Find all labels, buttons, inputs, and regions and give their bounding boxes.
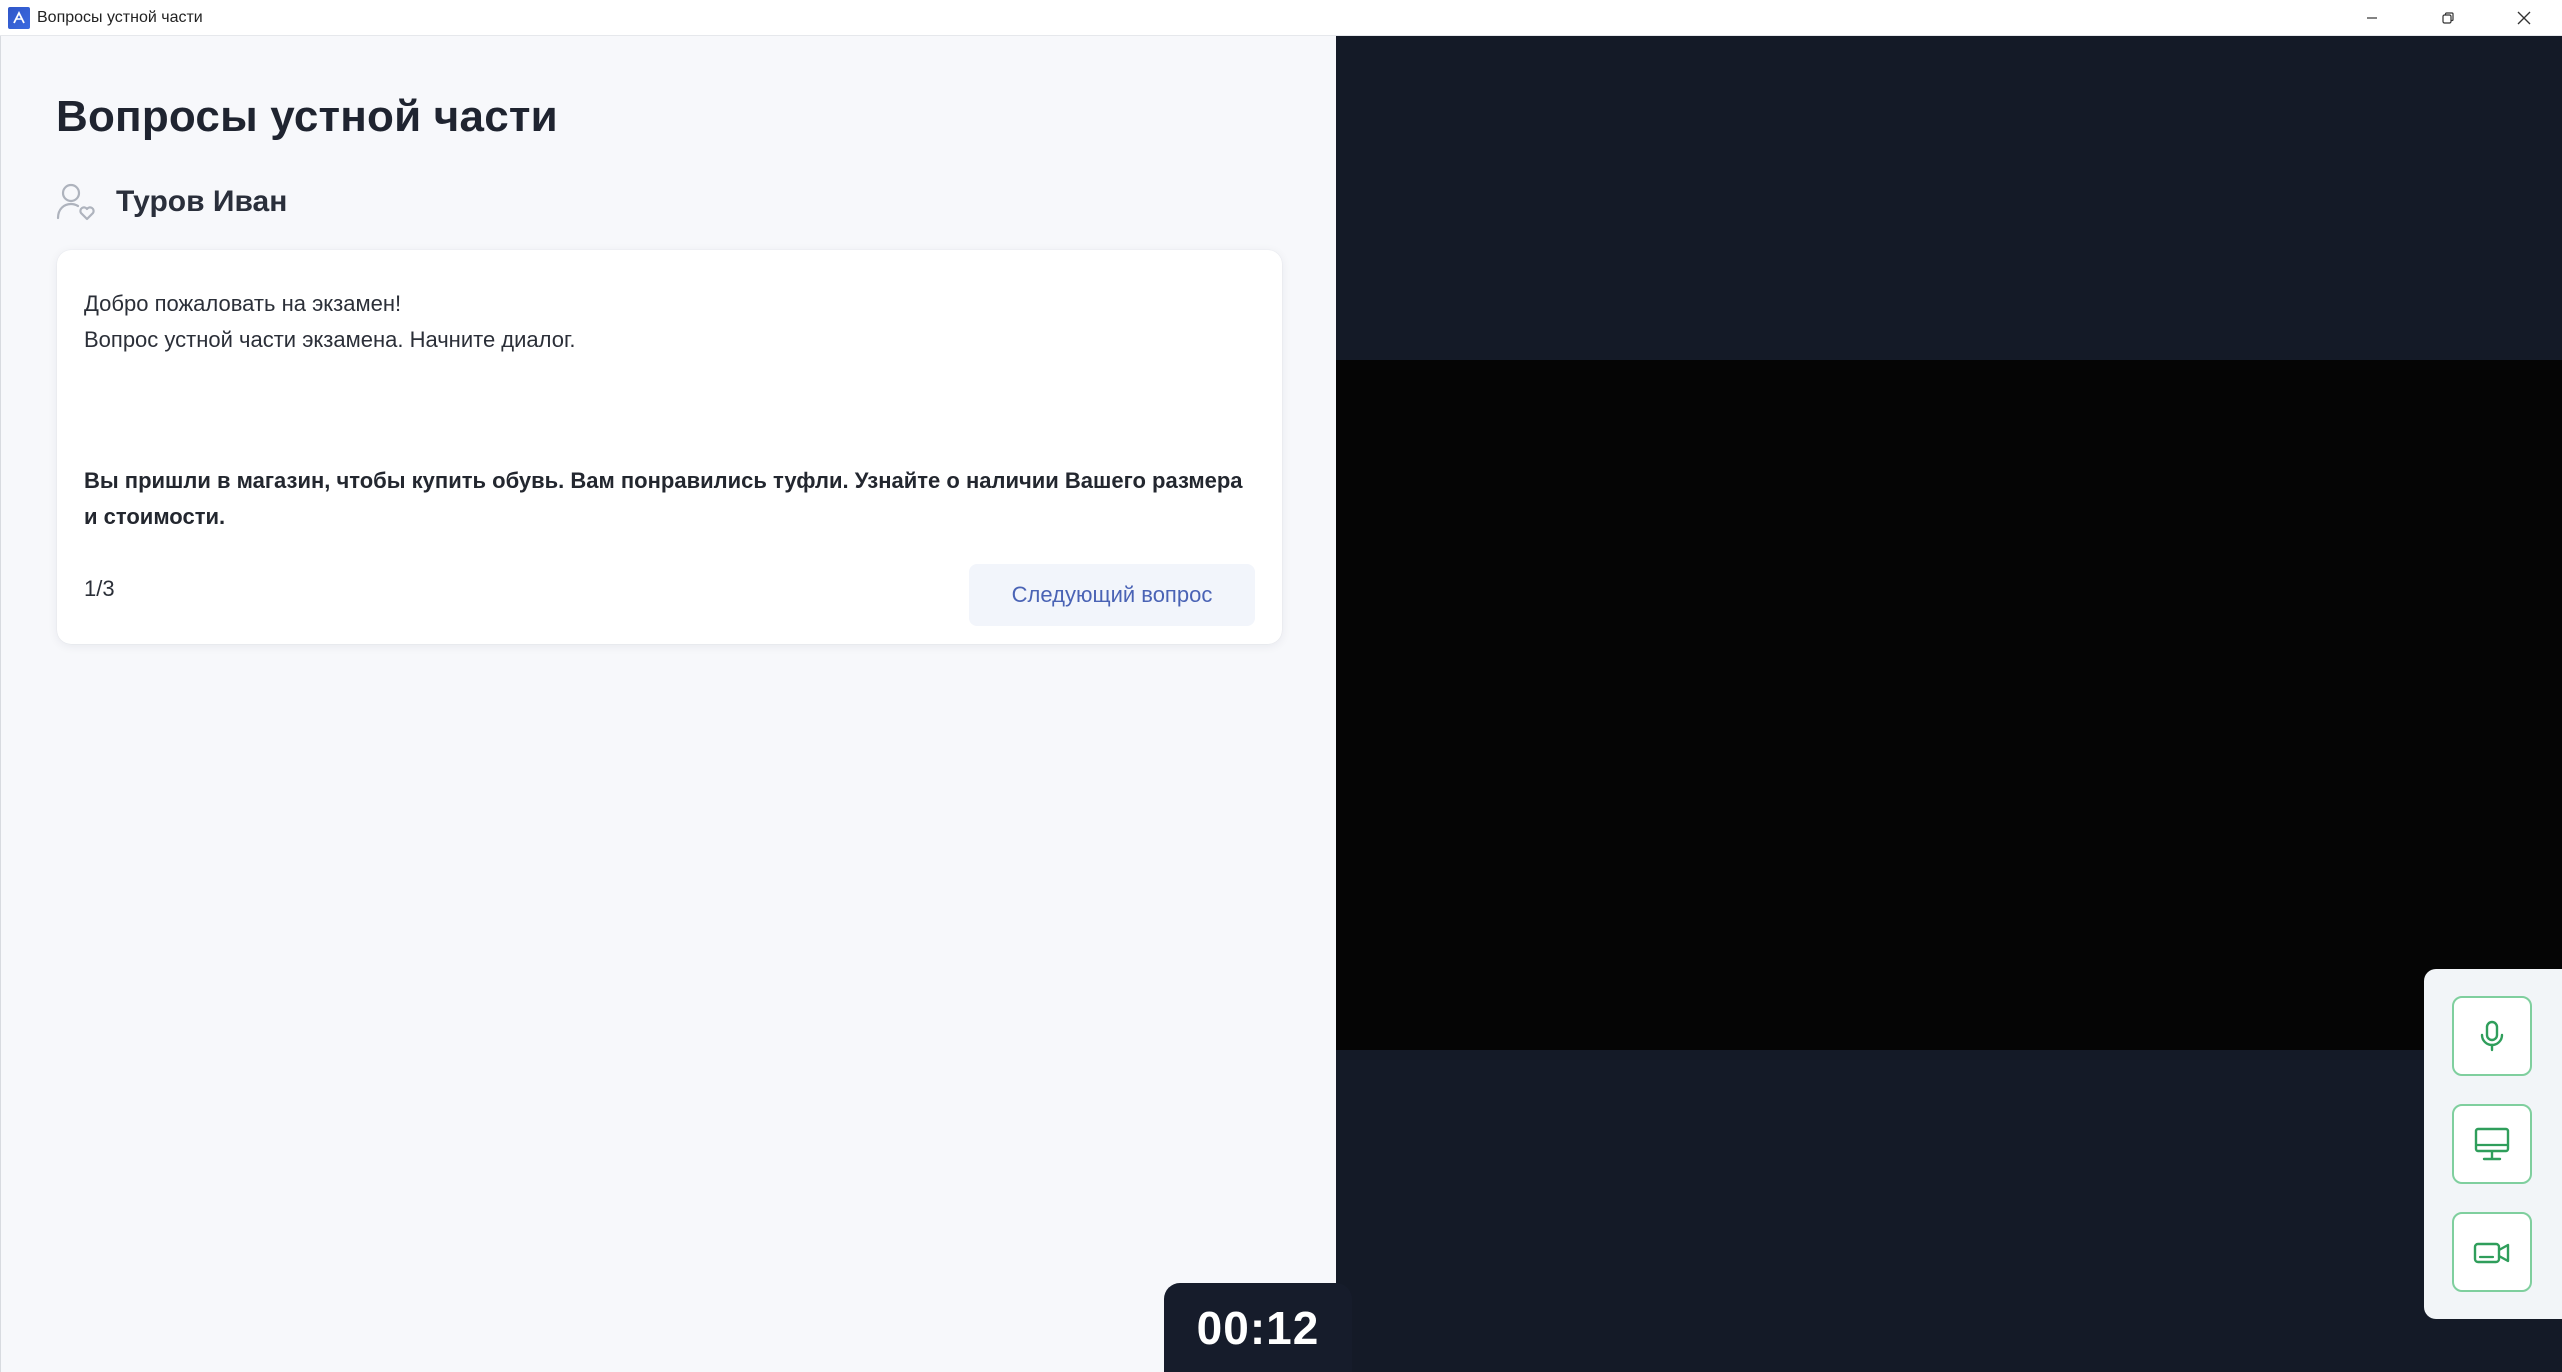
instruction-line: Вопрос устной части экзамена. Начните ди… bbox=[84, 327, 576, 352]
minimize-button[interactable] bbox=[2334, 0, 2410, 36]
app-logo-icon bbox=[8, 6, 30, 29]
restore-button[interactable] bbox=[2410, 0, 2486, 36]
next-question-button[interactable]: Следующий вопрос bbox=[969, 564, 1255, 626]
window-titlebar: Вопросы устной части bbox=[0, 0, 2562, 36]
window-controls bbox=[2334, 0, 2562, 36]
greeting-line: Добро пожаловать на экзамен! bbox=[84, 291, 402, 316]
microphone-icon bbox=[2480, 1020, 2504, 1052]
screen-share-button[interactable] bbox=[2452, 1104, 2532, 1184]
video-feed bbox=[1336, 360, 2562, 1050]
page-title: Вопросы устной части bbox=[56, 92, 558, 141]
video-camera-icon bbox=[2473, 1242, 2510, 1264]
camera-button[interactable] bbox=[2452, 1212, 2532, 1292]
user-info: Туров Иван bbox=[56, 182, 287, 222]
close-icon bbox=[2517, 11, 2531, 25]
greeting-text: Добро пожаловать на экзамен! Вопрос устн… bbox=[84, 286, 575, 358]
close-button[interactable] bbox=[2486, 0, 2562, 36]
task-text: Вы пришли в магазин, чтобы купить обувь.… bbox=[84, 468, 1243, 529]
question-counter: 1/3 bbox=[84, 576, 115, 601]
window-title: Вопросы устной части bbox=[37, 8, 203, 26]
exam-timer: 00:12 bbox=[1164, 1283, 1352, 1372]
minimize-icon bbox=[2367, 17, 2377, 19]
media-controls bbox=[2424, 969, 2562, 1319]
user-heart-icon bbox=[56, 183, 95, 221]
restore-icon bbox=[2442, 12, 2454, 24]
microphone-button[interactable] bbox=[2452, 996, 2532, 1076]
video-panel bbox=[1336, 36, 2562, 1372]
questions-panel: Вопросы устной части Туров Иван Добро по… bbox=[0, 36, 1336, 1372]
monitor-icon bbox=[2474, 1127, 2510, 1161]
user-name: Туров Иван bbox=[116, 185, 288, 218]
question-card: Добро пожаловать на экзамен! Вопрос устн… bbox=[57, 250, 1282, 644]
